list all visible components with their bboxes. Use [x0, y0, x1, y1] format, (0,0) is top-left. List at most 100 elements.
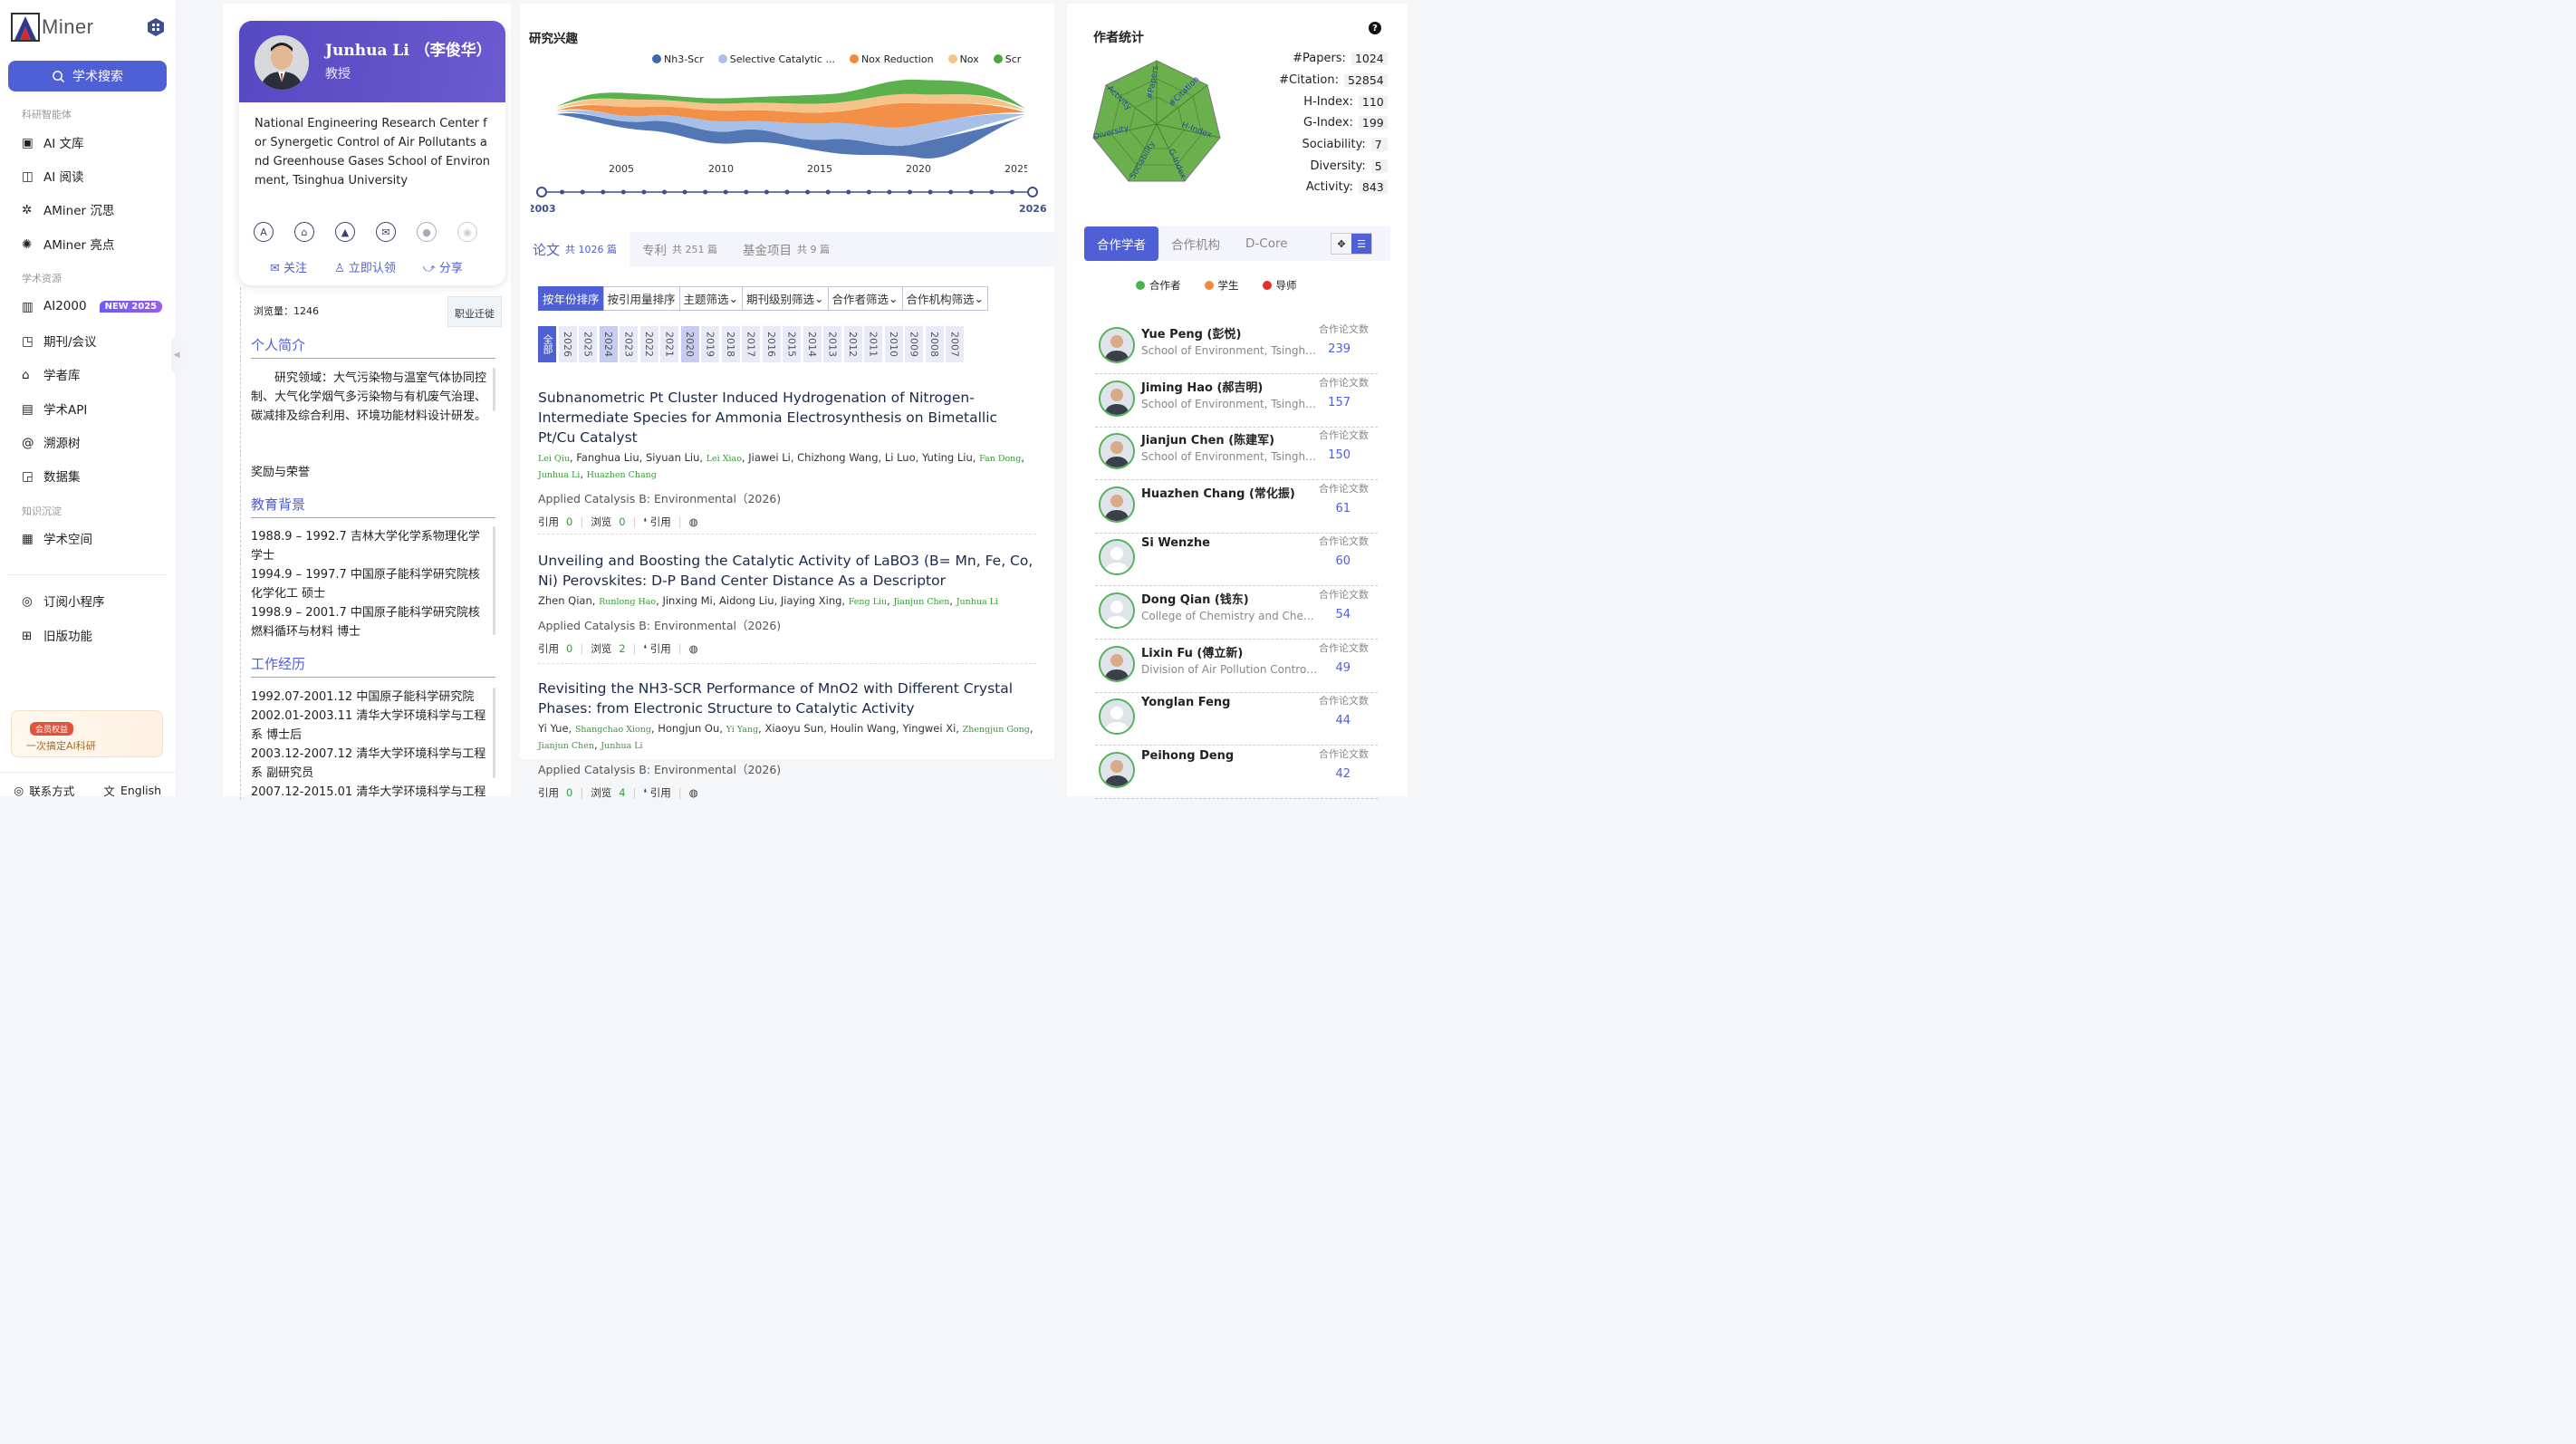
- sidebar-item-journals[interactable]: ◳ 期刊/会议: [22, 332, 97, 350]
- coauthor-item[interactable]: Yue Peng (彭悦) School of Environment, Tsin…: [1095, 322, 1378, 374]
- paper-title[interactable]: Revisiting the NH3-SCR Performance of Mn…: [538, 679, 1036, 718]
- sidebar-item-ai2000[interactable]: ▥ AI2000 NEW 2025: [22, 297, 163, 315]
- quote-button[interactable]: ❛ 引用: [643, 785, 670, 800]
- sidebar-item-aminer-think[interactable]: ✲ AMiner 沉思: [22, 200, 114, 218]
- author-link[interactable]: Fan Dong: [979, 454, 1021, 464]
- globe-icon[interactable]: ◍: [689, 786, 698, 799]
- quote-button[interactable]: ❛ 引用: [643, 515, 670, 529]
- year-filter-item[interactable]: 2018: [721, 326, 740, 362]
- tab-dcore[interactable]: D-Core: [1233, 226, 1301, 261]
- weibo-icon[interactable]: ◉: [457, 222, 477, 242]
- aminer-icon[interactable]: A: [254, 222, 274, 242]
- author-link[interactable]: Yingwei Xi: [902, 722, 956, 735]
- academic-search-button[interactable]: 学术搜索: [8, 61, 167, 91]
- year-filter-item[interactable]: 2009: [905, 326, 923, 362]
- legend-item[interactable]: Selective Catalytic ...: [717, 53, 835, 65]
- sidebar-item-aminer-highlights[interactable]: ✺ AMiner 亮点: [22, 235, 114, 253]
- sidebar-item-ai-reading[interactable]: ◫ AI 阅读: [22, 167, 84, 185]
- tab-papers[interactable]: 论文共 1026 篇: [520, 232, 630, 266]
- career-migration-button[interactable]: 职业迁徙: [447, 296, 502, 327]
- sort-by-citation-button[interactable]: 按引用量排序: [602, 286, 680, 311]
- tab-funding[interactable]: 基金项目共 9 篇: [730, 232, 842, 266]
- year-filter-item[interactable]: 2019: [701, 326, 719, 362]
- author-link[interactable]: Li Luo: [885, 451, 916, 464]
- author-link[interactable]: Junhua Li: [956, 597, 998, 607]
- author-link[interactable]: Zhengjun Gong: [963, 725, 1030, 735]
- intro-scrollbar[interactable]: [493, 368, 495, 411]
- author-link[interactable]: Yi Yang: [726, 725, 759, 735]
- year-filter-item[interactable]: 2011: [864, 326, 882, 362]
- coauthor-item[interactable]: Dong Qian (钱东) College of Chemistry and C…: [1095, 587, 1378, 640]
- year-filter-item[interactable]: 2025: [579, 326, 597, 362]
- year-filter-item[interactable]: 2017: [742, 326, 760, 362]
- legend-item[interactable]: Nh3-Scr: [652, 53, 704, 65]
- legend-item[interactable]: Nox: [947, 53, 979, 65]
- membership-promo[interactable]: 会员权益 一次搞定AI科研: [11, 710, 163, 757]
- year-filter-item[interactable]: 2026: [558, 326, 577, 362]
- author-link[interactable]: Jiaying Xing: [781, 594, 842, 607]
- legend-item[interactable]: Nox Reduction: [849, 53, 934, 65]
- journal-level-filter-dropdown[interactable]: 期刊级别筛选 ⌄: [742, 286, 829, 311]
- year-filter-item[interactable]: 2014: [803, 326, 822, 362]
- sidebar-item-scholars[interactable]: ⌂ 学者库: [22, 365, 81, 383]
- topic-filter-dropdown[interactable]: 主题筛选 ⌄: [678, 286, 744, 311]
- sidebar-item-ai-library[interactable]: ▣ AI 文库: [22, 133, 84, 151]
- sidebar-item-trace-tree[interactable]: @ 溯源树: [22, 433, 81, 451]
- author-link[interactable]: Zhen Qian: [538, 594, 592, 607]
- graph-view-icon[interactable]: ✥: [1331, 234, 1351, 254]
- year-filter-item[interactable]: 2024: [599, 326, 618, 362]
- paper-title[interactable]: Unveiling and Boosting the Catalytic Act…: [538, 551, 1036, 591]
- author-link[interactable]: Shangchao Xiong: [575, 725, 651, 735]
- coauthor-item[interactable]: Si Wenzhe 合作论文数 60: [1095, 534, 1378, 587]
- location-icon[interactable]: ●: [417, 222, 437, 242]
- coauthor-item[interactable]: Huazhen Chang (常化振) 合作论文数 61: [1095, 481, 1378, 534]
- quote-button[interactable]: ❛ 引用: [643, 641, 670, 656]
- globe-icon[interactable]: ◍: [689, 642, 698, 655]
- year-filter-item[interactable]: 2022: [639, 326, 658, 362]
- help-icon[interactable]: ?: [1369, 22, 1381, 34]
- author-link[interactable]: Fanghua Liu: [576, 451, 639, 464]
- language-switch[interactable]: 文 English: [89, 773, 178, 798]
- coauthor-item[interactable]: Peihong Deng 合作论文数 42: [1095, 746, 1378, 799]
- year-filter-item[interactable]: 2016: [762, 326, 781, 362]
- claim-button[interactable]: ♙ 立即认领: [334, 258, 396, 275]
- author-link[interactable]: Hongjun Ou: [658, 722, 719, 735]
- coauthor-item[interactable]: Jiming Hao (郝吉明) School of Environment, T…: [1095, 375, 1378, 428]
- legend-item[interactable]: Scr: [993, 53, 1021, 65]
- year-filter-item[interactable]: 2007: [946, 326, 964, 362]
- year-filter-item[interactable]: 2015: [783, 326, 801, 362]
- author-link[interactable]: Jinxing Mi: [662, 594, 712, 607]
- author-link[interactable]: Feng Liu: [849, 597, 887, 607]
- author-link[interactable]: Yi Yue: [538, 722, 569, 735]
- author-link[interactable]: Xiaoyu Sun: [764, 722, 823, 735]
- sort-by-year-button[interactable]: 按年份排序: [538, 286, 604, 311]
- tab-institutions[interactable]: 合作机构: [1158, 226, 1233, 261]
- author-link[interactable]: Houlin Wang: [831, 722, 897, 735]
- year-filter-item[interactable]: 2008: [925, 326, 944, 362]
- contact-link[interactable]: ◎ 联系方式: [0, 773, 89, 798]
- author-link[interactable]: Runlong Hao: [599, 597, 656, 607]
- author-link[interactable]: Jianjun Chen: [538, 741, 594, 751]
- scholar-cap-icon[interactable]: ▲: [335, 222, 355, 242]
- education-scrollbar[interactable]: [493, 526, 495, 635]
- follow-button[interactable]: ✉ 关注: [270, 258, 307, 275]
- tab-coauthors[interactable]: 合作学者: [1084, 226, 1158, 261]
- email-icon[interactable]: ✉: [376, 222, 396, 242]
- author-link[interactable]: Aidong Liu: [719, 594, 774, 607]
- coauthor-item[interactable]: Yonglan Feng 合作论文数 44: [1095, 693, 1378, 746]
- sidebar-item-legacy[interactable]: ⊞ 旧版功能: [22, 626, 92, 644]
- year-filter-item[interactable]: 2021: [660, 326, 678, 362]
- share-button[interactable]: ⤻ 分享: [423, 258, 463, 275]
- author-link[interactable]: Jiawei Li: [748, 451, 791, 464]
- author-link[interactable]: Chizhong Wang: [797, 451, 878, 464]
- author-link[interactable]: Siyuan Liu: [646, 451, 699, 464]
- apps-icon[interactable]: [145, 16, 167, 38]
- year-filter-item[interactable]: 2012: [843, 326, 862, 362]
- year-filter-item[interactable]: 2010: [884, 326, 903, 362]
- author-link[interactable]: Lei Qiu: [538, 454, 570, 464]
- globe-icon[interactable]: ◍: [689, 515, 698, 528]
- institution-filter-dropdown[interactable]: 合作机构筛选 ⌄: [901, 286, 989, 311]
- aminer-logo[interactable]: Miner: [11, 11, 94, 43]
- work-scrollbar[interactable]: [493, 688, 495, 778]
- author-link[interactable]: Jianjun Chen: [893, 597, 949, 607]
